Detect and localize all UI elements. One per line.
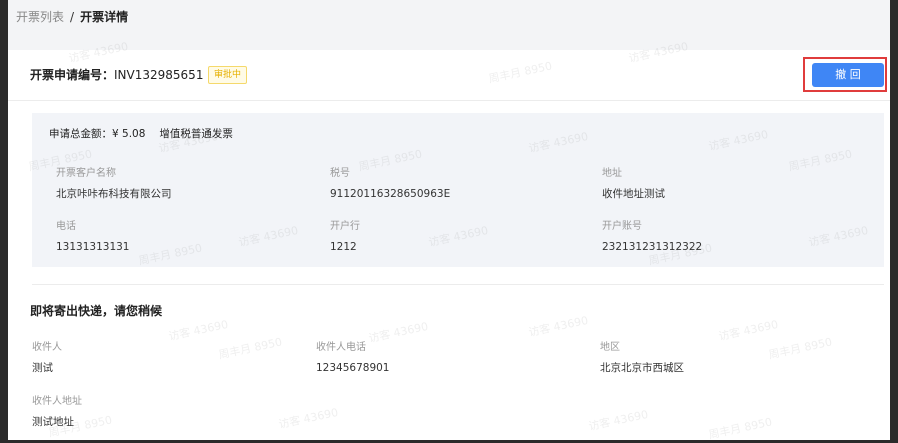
recipient-address-label: 收件人地址 bbox=[32, 396, 82, 407]
application-number: 开票申请编号：INV132985651 bbox=[30, 66, 203, 84]
withdraw-button[interactable]: 撤 回 bbox=[812, 63, 884, 87]
address-value: 收件地址测试 bbox=[602, 188, 665, 200]
customer-name-label: 开票客户名称 bbox=[56, 168, 116, 179]
bank-label: 开户行 bbox=[330, 221, 360, 232]
application-number-value: INV132985651 bbox=[114, 68, 204, 82]
breadcrumb-separator: / bbox=[70, 10, 75, 24]
customer-name-value: 北京咔咔布科技有限公司 bbox=[56, 188, 172, 200]
tax-number-value: 91120116328650963E bbox=[330, 188, 451, 200]
bank-account-value: 232131231312322 bbox=[602, 241, 703, 253]
shipping-section-title: 即将寄出快递，请您稍候 bbox=[30, 304, 163, 318]
main-frame: 开票列表 / 开票详情 开票申请编号：INV132985651 审批中 撤 回 申请… bbox=[8, 0, 890, 442]
recipient-phone-value: 12345678901 bbox=[316, 362, 390, 374]
region-label: 地区 bbox=[600, 342, 620, 353]
recipient-label: 收件人 bbox=[32, 342, 62, 353]
breadcrumb-invoice-list-link[interactable]: 开票列表 bbox=[16, 10, 64, 24]
bank-value: 1212 bbox=[330, 241, 357, 253]
detail-header: 开票申请编号：INV132985651 审批中 撤 回 bbox=[8, 50, 890, 101]
total-amount-row: 申请总金额：¥ 5.08 增值税普通发票 bbox=[49, 126, 233, 142]
phone-value: 13131313131 bbox=[56, 241, 130, 253]
application-number-label: 开票申请编号： bbox=[30, 68, 115, 82]
phone-label: 电话 bbox=[56, 221, 76, 232]
breadcrumb: 开票列表 / 开票详情 bbox=[16, 7, 128, 27]
invoice-detail-card: 开票申请编号：INV132985651 审批中 撤 回 申请总金额：¥ 5.08… bbox=[8, 34, 890, 440]
region-value: 北京北京市西城区 bbox=[600, 362, 684, 374]
invoice-info-panel: 申请总金额：¥ 5.08 增值税普通发票 开票客户名称 北京咔咔布科技有限公司 税… bbox=[32, 113, 884, 267]
recipient-phone-label: 收件人电话 bbox=[316, 342, 366, 353]
card-top-strip bbox=[8, 34, 890, 50]
recipient-address-value: 测试地址 bbox=[32, 416, 74, 428]
address-label: 地址 bbox=[602, 168, 622, 179]
tax-number-label: 税号 bbox=[330, 168, 350, 179]
status-badge: 审批中 bbox=[208, 66, 248, 84]
total-amount-value: ¥ 5.08 bbox=[112, 128, 146, 140]
total-amount-label: 申请总金额： bbox=[49, 128, 112, 140]
recipient-value: 测试 bbox=[32, 362, 53, 374]
section-divider bbox=[32, 284, 884, 285]
breadcrumb-current: 开票详情 bbox=[80, 10, 129, 24]
invoice-type: 增值税普通发票 bbox=[159, 128, 233, 140]
bank-account-label: 开户账号 bbox=[602, 221, 642, 232]
